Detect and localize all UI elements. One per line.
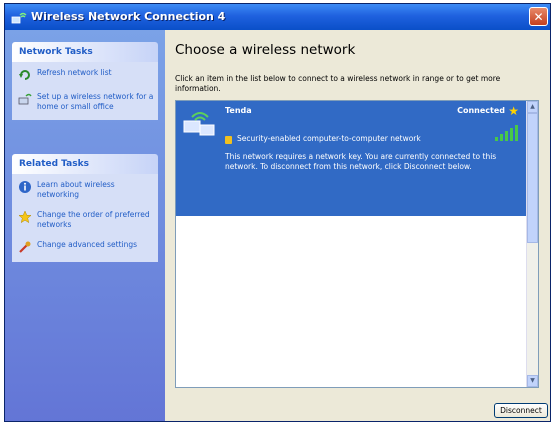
related-tasks-header[interactable]: Related Tasks bbox=[12, 154, 158, 174]
connection-status: Connected bbox=[457, 106, 505, 115]
page-title: Choose a wireless network bbox=[175, 42, 356, 58]
scroll-thumb[interactable] bbox=[527, 113, 538, 243]
close-button[interactable]: ✕ bbox=[529, 7, 548, 26]
close-icon: ✕ bbox=[533, 10, 544, 24]
task-label: Learn about wireless networking bbox=[37, 180, 115, 199]
network-name: Tenda bbox=[225, 106, 252, 115]
scroll-down-button[interactable]: ▼ bbox=[527, 375, 538, 387]
wireless-network-window: Wireless Network Connection 4 ✕ Network … bbox=[4, 3, 551, 422]
task-setup-wireless-network[interactable]: Set up a wireless network for a home or … bbox=[18, 92, 154, 112]
network-item-tenda[interactable]: Tenda Connected ★ Security-enabled compu… bbox=[176, 101, 527, 216]
signal-strength-icon bbox=[495, 125, 519, 141]
security-label: Security-enabled computer-to-computer ne… bbox=[237, 134, 421, 143]
task-label: Set up a wireless network for a home or … bbox=[37, 92, 154, 111]
wireless-network-icon bbox=[183, 112, 215, 136]
network-tasks-header[interactable]: Network Tasks bbox=[12, 42, 158, 62]
signal-bar bbox=[500, 134, 503, 141]
refresh-icon bbox=[19, 70, 30, 80]
disconnect-button[interactable]: Disconnect bbox=[494, 403, 548, 418]
wireless-icon bbox=[11, 12, 27, 24]
star-icon bbox=[18, 210, 32, 224]
chevron-up-icon: ▲ bbox=[530, 103, 535, 110]
title-bar[interactable]: Wireless Network Connection 4 ✕ bbox=[5, 4, 550, 30]
settings-icon bbox=[19, 241, 31, 253]
task-learn-wireless[interactable]: Learn about wireless networking bbox=[18, 180, 154, 200]
window-title: Wireless Network Connection 4 bbox=[31, 10, 226, 23]
chevron-down-icon: ▼ bbox=[530, 377, 535, 384]
lock-icon bbox=[225, 135, 232, 144]
main-content: Choose a wireless network Click an item … bbox=[165, 30, 550, 421]
preferred-star-icon: ★ bbox=[508, 104, 519, 118]
signal-bar bbox=[510, 128, 513, 141]
signal-bar bbox=[515, 125, 518, 141]
scroll-up-button[interactable]: ▲ bbox=[527, 101, 538, 113]
signal-bar bbox=[505, 131, 508, 141]
task-label: Change the order of preferred networks bbox=[37, 210, 150, 229]
setup-network-icon bbox=[18, 93, 32, 105]
list-scrollbar[interactable]: ▲ ▼ bbox=[526, 101, 538, 387]
network-tasks-panel: Network Tasks Refresh network list Set u… bbox=[12, 42, 158, 120]
network-description: This network requires a network key. You… bbox=[225, 152, 497, 171]
task-sidebar: Network Tasks Refresh network list Set u… bbox=[5, 30, 165, 421]
instructions-text: Click an item in the list below to conne… bbox=[175, 74, 501, 93]
task-label: Change advanced settings bbox=[37, 240, 138, 249]
signal-bar bbox=[495, 137, 498, 141]
related-tasks-panel: Related Tasks Learn about wireless netwo… bbox=[12, 154, 158, 262]
task-change-advanced-settings[interactable]: Change advanced settings bbox=[18, 240, 154, 254]
security-info: Security-enabled computer-to-computer ne… bbox=[225, 134, 421, 144]
info-icon bbox=[19, 181, 31, 193]
task-change-network-order[interactable]: Change the order of preferred networks bbox=[18, 210, 154, 230]
network-list[interactable]: Tenda Connected ★ Security-enabled compu… bbox=[175, 100, 539, 388]
task-label: Refresh network list bbox=[37, 68, 112, 77]
task-refresh-network-list[interactable]: Refresh network list bbox=[18, 68, 154, 82]
